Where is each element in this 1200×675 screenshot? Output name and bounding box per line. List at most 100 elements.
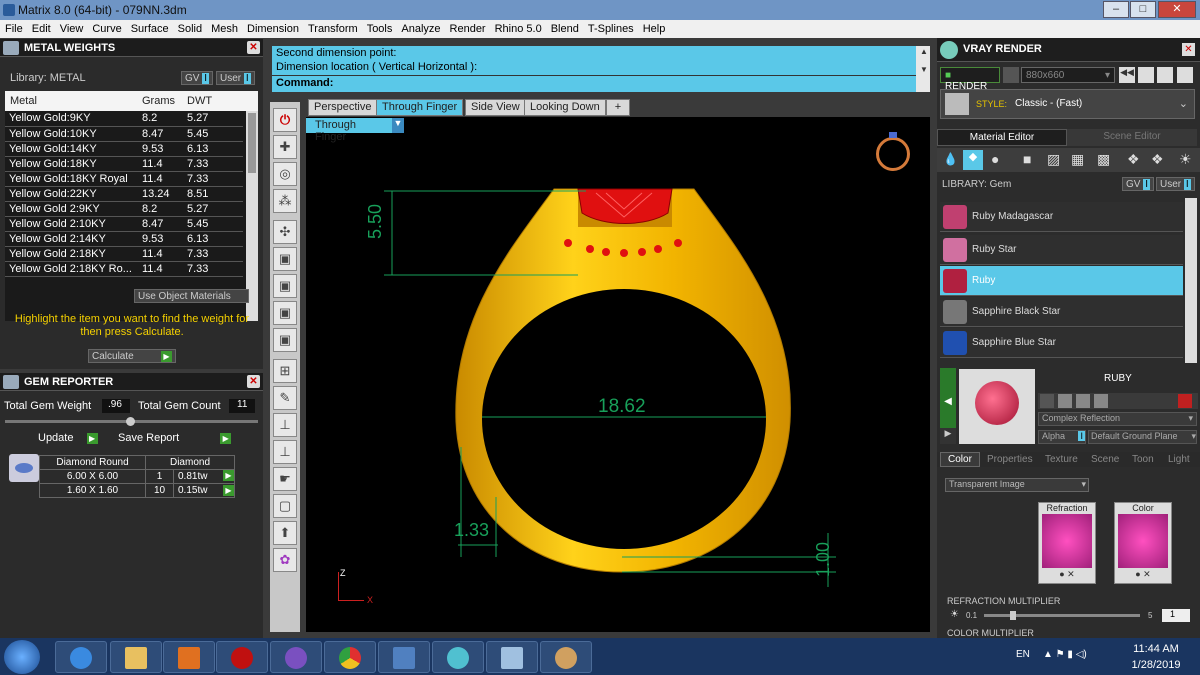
hand-icon[interactable]: ☛: [273, 467, 297, 491]
garena-icon[interactable]: [216, 641, 268, 673]
sphere-icon[interactable]: ●: [991, 151, 999, 167]
tab-through-finger[interactable]: Through Finger: [376, 99, 464, 116]
save-report-button[interactable]: Save Report ▶: [118, 432, 232, 444]
menu-file[interactable]: File: [0, 20, 27, 35]
render-style-select[interactable]: STYLE: Classic - (Fast) ⌄: [940, 89, 1195, 119]
refraction-value[interactable]: 1: [1162, 609, 1190, 622]
menu-dimension[interactable]: Dimension: [242, 20, 303, 35]
alpha-toggle[interactable]: Alpha I: [1038, 430, 1086, 444]
menu-blend[interactable]: Blend: [546, 20, 583, 35]
table-row[interactable]: Yellow Gold:9KY 8.2 5.27: [5, 111, 243, 127]
grid-icon[interactable]: [1076, 394, 1090, 408]
grid-icon[interactable]: ⊞: [273, 359, 297, 383]
play-icon[interactable]: ▶: [940, 428, 956, 444]
table-row[interactable]: 6.00 X 6.00 1 0.81tw: [39, 469, 235, 484]
tab-looking-down[interactable]: Looking Down: [524, 99, 606, 116]
menu-surface[interactable]: Surface: [126, 20, 173, 35]
close-icon[interactable]: ✕: [247, 41, 260, 54]
menu-tools[interactable]: Tools: [362, 20, 397, 35]
table-row[interactable]: Yellow Gold 2:9KY 8.2 5.27: [5, 201, 243, 217]
checker-icon[interactable]: ▩: [1097, 151, 1110, 168]
arrow-up-icon[interactable]: ⬆: [273, 521, 297, 545]
tab-properties[interactable]: Properties: [987, 454, 1033, 465]
tab-perspective[interactable]: Perspective: [308, 99, 378, 116]
viber-icon[interactable]: [270, 641, 322, 673]
table-row[interactable]: Yellow Gold:22KY 13.24 8.51: [5, 186, 243, 202]
render-button[interactable]: ■ RENDER: [940, 67, 1000, 92]
tab-side-view[interactable]: Side View: [465, 99, 526, 116]
stop-icon[interactable]: ⏻: [273, 108, 297, 132]
box-icon[interactable]: ▣: [273, 328, 297, 352]
tab-scene[interactable]: Scene: [1091, 454, 1119, 465]
tray-icons[interactable]: ▲ ⚑ ▮ ◁): [1043, 649, 1087, 660]
axis-icon[interactable]: ⊥: [273, 440, 297, 464]
list-item[interactable]: Ruby Madagascar: [940, 202, 1183, 232]
tab-texture[interactable]: Texture: [1045, 454, 1078, 465]
settings-icon[interactable]: [1177, 67, 1193, 83]
gv-button[interactable]: GV I: [1122, 177, 1155, 191]
ground-plane-select[interactable]: Default Ground Plane ▾: [1088, 430, 1197, 444]
close-icon[interactable]: ✕: [247, 375, 260, 388]
calculate-button[interactable]: Calculate ▶: [88, 349, 176, 363]
refraction-slider[interactable]: [984, 611, 1140, 620]
col-grams[interactable]: Grams: [142, 95, 175, 107]
table-row[interactable]: Yellow Gold:14KY 9.53 6.13: [5, 141, 243, 157]
col-metal[interactable]: Metal: [10, 95, 37, 107]
box-icon[interactable]: ▣: [273, 301, 297, 325]
menu-render[interactable]: Render: [445, 20, 490, 35]
start-button[interactable]: [4, 640, 40, 674]
nodes-icon[interactable]: ⁂: [273, 189, 297, 213]
close-icon[interactable]: ✕: [1182, 43, 1195, 56]
globe-icon[interactable]: ◎: [273, 162, 297, 186]
table-row[interactable]: Yellow Gold 2:14KY 9.53 6.13: [5, 231, 243, 247]
rhino-icon[interactable]: [486, 641, 538, 673]
rewind-icon[interactable]: ◀◀: [1119, 67, 1135, 83]
grid-icon[interactable]: ▦: [1071, 151, 1084, 168]
menu-rhino[interactable]: Rhino 5.0: [490, 20, 546, 35]
command-prompt[interactable]: Command:: [272, 76, 930, 90]
color-swatch[interactable]: Color ● ✕: [1114, 502, 1172, 584]
tab-material-editor[interactable]: Material Editor: [937, 129, 1067, 146]
menu-mesh[interactable]: Mesh: [206, 20, 242, 35]
grid-icon[interactable]: [1094, 394, 1108, 408]
language-indicator[interactable]: EN: [1016, 649, 1030, 660]
drop-icon[interactable]: 💧: [943, 152, 958, 166]
viewport-name-label[interactable]: Through Finger: [306, 118, 398, 143]
chevron-down-icon[interactable]: ▼: [392, 118, 404, 133]
row-arrow-icon[interactable]: ▶: [223, 485, 234, 496]
grid-icon[interactable]: [1040, 394, 1054, 408]
render-size-select[interactable]: 880x660 ▾: [1021, 67, 1115, 83]
grid-icon[interactable]: [1138, 67, 1154, 83]
pin-icon[interactable]: ✚: [273, 135, 297, 159]
square-icon[interactable]: ■: [1023, 151, 1031, 167]
row-arrow-icon[interactable]: ▶: [223, 470, 234, 481]
grid-icon[interactable]: [1058, 394, 1072, 408]
ie-icon[interactable]: [55, 641, 107, 673]
command-scrollbar[interactable]: ▲ ▼: [916, 46, 930, 92]
menu-edit[interactable]: Edit: [27, 20, 55, 35]
box-icon[interactable]: ▣: [273, 274, 297, 298]
refraction-swatch[interactable]: Refraction ● ✕: [1038, 502, 1096, 584]
menu-transform[interactable]: Transform: [303, 20, 362, 35]
media-icon[interactable]: [163, 641, 215, 673]
pencil-icon[interactable]: ✎: [273, 386, 297, 410]
table-row[interactable]: Yellow Gold:18KY Royal 11.4 7.33: [5, 171, 243, 187]
menu-help[interactable]: Help: [638, 20, 670, 35]
camera-icon[interactable]: [1003, 67, 1019, 83]
menu-view[interactable]: View: [55, 20, 88, 35]
monitor-icon[interactable]: ▢: [273, 494, 297, 518]
table-row[interactable]: 1.60 X 1.60 10 0.15tw: [39, 483, 235, 498]
save-icon[interactable]: ❖: [1151, 151, 1164, 168]
table-row[interactable]: Yellow Gold 2:18KY 11.4 7.33: [5, 246, 243, 262]
tab-toon[interactable]: Toon: [1132, 454, 1154, 465]
viewport-through-finger[interactable]: 5.50 18.62 1.33 1.00 Z X: [306, 117, 930, 632]
maximize-button[interactable]: □: [1130, 1, 1156, 18]
axis-icon[interactable]: ✣: [273, 220, 297, 244]
reset-icon[interactable]: [1178, 394, 1192, 408]
cluster-icon[interactable]: ✿: [273, 548, 297, 572]
tab-color[interactable]: Color: [940, 452, 980, 467]
list-item-selected[interactable]: Ruby: [940, 266, 1183, 296]
chrome-icon[interactable]: [324, 641, 376, 673]
library-scrollbar[interactable]: [1185, 198, 1197, 363]
list-item[interactable]: Sapphire Blue Star: [940, 328, 1183, 358]
